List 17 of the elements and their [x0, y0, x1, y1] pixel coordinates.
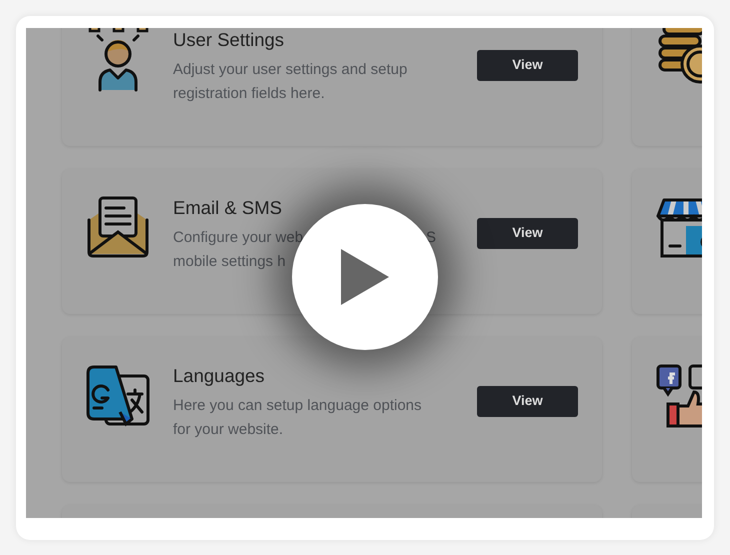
person-icon	[86, 28, 150, 92]
card-description: registration fields here.	[173, 84, 325, 104]
card-title: Email & SMS	[173, 196, 283, 220]
view-button[interactable]: View	[477, 50, 578, 81]
play-icon	[341, 249, 389, 305]
view-button[interactable]: View	[477, 386, 578, 417]
card-title: User Settings	[173, 28, 286, 52]
card-description: Adjust your user settings and setup	[173, 60, 408, 80]
card-description: for your website.	[173, 420, 284, 440]
view-button[interactable]: View	[477, 218, 578, 249]
card-description: S	[426, 228, 436, 248]
card-description: Configure your web	[173, 228, 304, 248]
card-description: mobile settings h	[173, 252, 286, 272]
envelope-icon	[86, 196, 150, 260]
card-title: Languages	[173, 364, 266, 388]
translate-icon	[86, 364, 150, 428]
card-description: Here you can setup language options	[173, 396, 422, 416]
